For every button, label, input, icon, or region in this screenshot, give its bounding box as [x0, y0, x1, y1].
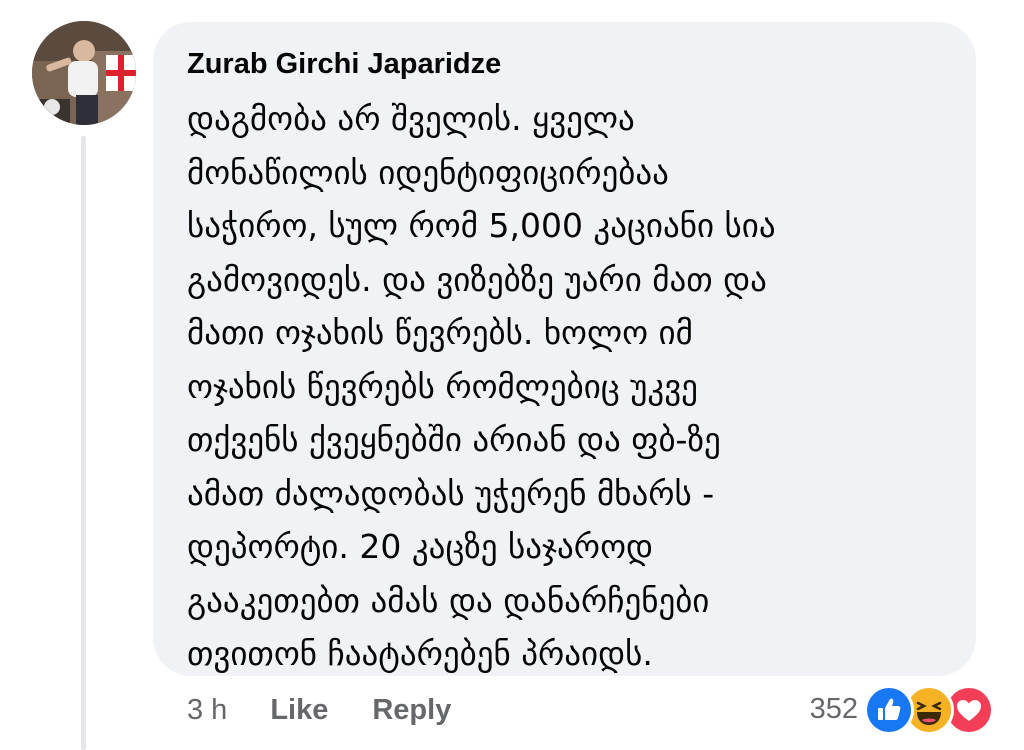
comment-line: გააკეთებთ ამას და დანარჩენები: [187, 580, 710, 620]
comment-line: გამოვიდეს. და ვიზებზე უარი მათ და: [187, 259, 767, 299]
avatar[interactable]: [32, 21, 136, 125]
like-button[interactable]: Like: [270, 694, 328, 727]
comment-line: დაგმობა არ შველის. ყველა: [187, 99, 635, 138]
comment-actions: 3 h Like Reply: [187, 688, 495, 732]
reactions-summary[interactable]: 352: [809, 684, 994, 735]
avatar-photo: [32, 21, 136, 125]
like-icon: [864, 685, 914, 735]
comment-text: დაგმობა არ შველის. ყველა მონაწილის იდენტ…: [187, 92, 946, 681]
comment-line: ამათ ძალადობას უჭერენ მხარს -: [187, 473, 715, 513]
comment-line: თვითონ ჩაატარებენ პრაიდს.: [187, 634, 653, 673]
comment-line: მათი ოჯახის წევრებს. ხოლო იმ: [187, 313, 693, 352]
comment-line: ოჯახის წევრებს რომლებიც უკვე: [187, 366, 698, 406]
comment-line: საჭირო, სულ რომ 5,000 კაციანი სია: [187, 206, 776, 245]
thread-line: [81, 136, 86, 750]
reaction-icons: [864, 685, 994, 735]
comment-timestamp[interactable]: 3 h: [187, 694, 227, 727]
comment-author[interactable]: Zurab Girchi Japaridze: [187, 44, 946, 84]
comment-line: მონაწილის იდენტიფიცირებაა: [187, 152, 669, 192]
reaction-count: 352: [809, 692, 858, 725]
reply-button[interactable]: Reply: [372, 694, 451, 727]
comment-screen: Zurab Girchi Japaridze დაგმობა არ შველის…: [0, 0, 1024, 750]
comment-line: დეპორტი. 20 კაცზე საჯაროდ: [187, 527, 653, 566]
comment-line: თქვენს ქვეყნებში არიან და ფბ-ზე: [187, 420, 721, 459]
comment-bubble: Zurab Girchi Japaridze დაგმობა არ შველის…: [153, 22, 976, 676]
